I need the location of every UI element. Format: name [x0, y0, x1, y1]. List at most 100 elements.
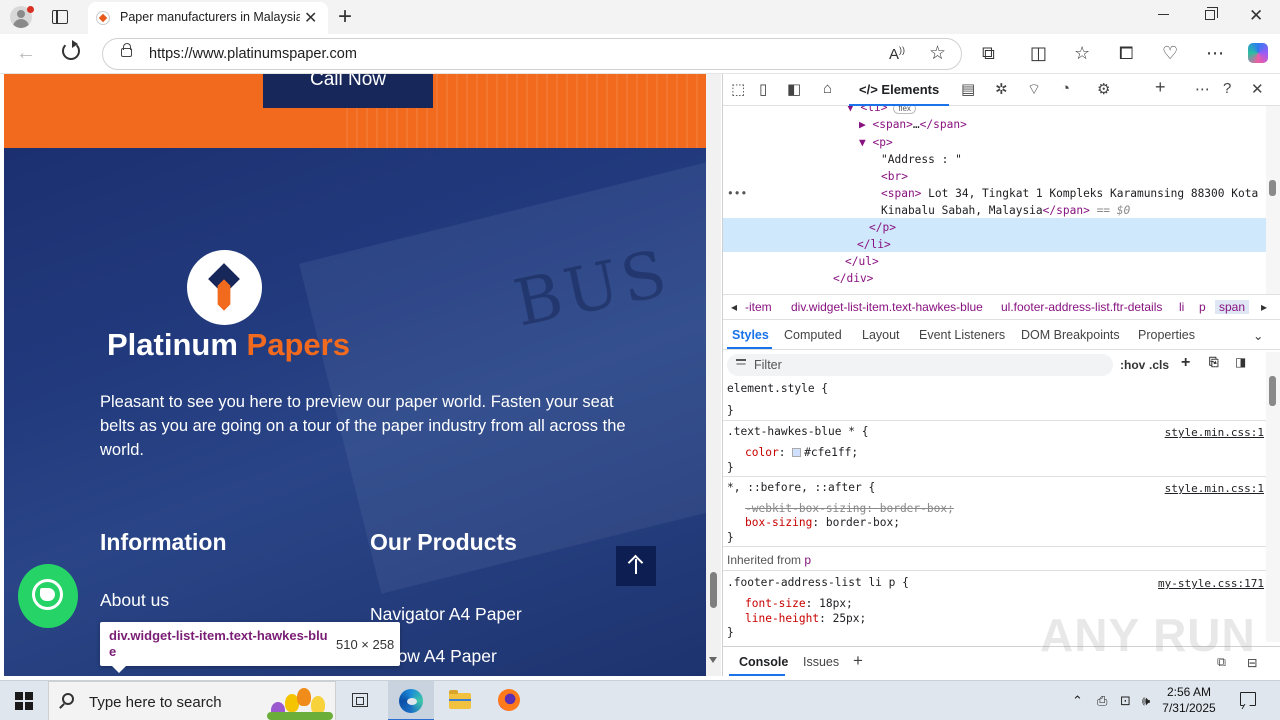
file-explorer-icon[interactable]	[449, 690, 471, 709]
taskbar-search-box[interactable]: Type here to search	[48, 681, 336, 720]
dom-div-close[interactable]: </div>	[833, 272, 873, 285]
rule-source-link[interactable]: style.min.css:1	[1165, 426, 1264, 439]
page-scrollbar[interactable]	[706, 74, 721, 676]
dom-tree-scrollbar[interactable]	[1266, 106, 1280, 294]
inherited-element-link[interactable]: p	[804, 553, 811, 567]
customize-menu-icon[interactable]: ⋯	[1195, 80, 1210, 98]
firefox-icon[interactable]	[498, 689, 520, 711]
browser-tab[interactable]: Paper manufacturers in Malaysia, ✕	[88, 2, 328, 34]
read-aloud-icon[interactable]: A))	[889, 45, 905, 63]
rule-declaration[interactable]: color: #cfe1ff;	[745, 446, 858, 459]
rule-declaration-overridden[interactable]: -webkit-box-sizing: border-box;	[745, 502, 954, 515]
performance-icon[interactable]: ◔	[1061, 80, 1070, 97]
rule-selector[interactable]: *, ::before, ::after {	[727, 481, 875, 494]
toggle-element-state-icon[interactable]: ⎘	[1209, 355, 1219, 370]
scroll-down-icon[interactable]	[709, 657, 717, 663]
sources-bug-icon[interactable]: ✲	[995, 80, 1008, 98]
drawer-tab-issues[interactable]: Issues	[803, 655, 839, 669]
rule-declaration[interactable]: line-height: 25px;	[745, 612, 866, 625]
dom-selected-span-line2[interactable]: Kinabalu Sabah, Malaysia</span> == $0	[881, 204, 1130, 217]
dom-address-text[interactable]: "Address : "	[881, 153, 962, 166]
lock-icon[interactable]	[121, 43, 132, 57]
breadcrumb-item[interactable]: ul.footer-address-list.ftr-details	[1001, 300, 1162, 314]
help-icon[interactable]: ?	[1223, 80, 1231, 97]
dom-selected-span[interactable]: <span> Lot 34, Tingkat 1 Kompleks Karamu…	[881, 187, 1258, 200]
network-icon[interactable]: ⊡	[1120, 693, 1131, 709]
show-hidden-icons-icon[interactable]: ⌃	[1072, 693, 1083, 709]
dom-ul-close[interactable]: </ul>	[845, 255, 879, 268]
dom-node-actions-icon[interactable]: •••	[727, 187, 747, 200]
settings-gear-icon[interactable]: ⚙	[1097, 80, 1110, 98]
element-style-rule[interactable]: element.style {	[727, 382, 828, 395]
windows-start-icon[interactable]	[15, 692, 33, 710]
minimize-icon[interactable]	[1158, 14, 1169, 15]
dom-br-node[interactable]: <br>	[881, 170, 908, 183]
favorite-star-icon[interactable]: ☆	[929, 42, 946, 65]
split-screen-icon[interactable]: ◫	[1030, 43, 1047, 64]
collections-icon[interactable]: ⧠	[1119, 43, 1133, 64]
color-swatch[interactable]	[792, 448, 802, 457]
tab-elements[interactable]: </> Elements	[849, 74, 950, 106]
restore-icon[interactable]	[1205, 7, 1218, 20]
rule-selector[interactable]: .text-hawkes-blue * {	[727, 425, 868, 438]
dom-li-node[interactable]: ▼ <li> flex	[847, 106, 916, 114]
class-toggle[interactable]: .cls	[1149, 358, 1169, 372]
tab-computed[interactable]: Computed	[784, 328, 842, 342]
url-text[interactable]: https://www.platinumspaper.com	[149, 46, 357, 62]
call-now-button[interactable]: Call Now	[263, 74, 433, 108]
flex-badge[interactable]: flex	[893, 106, 916, 114]
tab-actions-icon[interactable]	[52, 10, 68, 24]
back-icon[interactable]: ←	[16, 42, 36, 65]
dom-tree-scrollbar-thumb[interactable]	[1269, 180, 1276, 196]
styles-scrollbar[interactable]	[1266, 352, 1280, 642]
whatsapp-button[interactable]	[18, 564, 78, 628]
new-style-rule-icon[interactable]: +	[1181, 354, 1190, 372]
breadcrumb-scroll-right-icon[interactable]: ▸	[1261, 300, 1267, 314]
tab-styles[interactable]: Styles	[732, 328, 769, 342]
copilot-icon[interactable]	[1248, 43, 1268, 63]
dom-p-node[interactable]: ▼ <p>	[859, 136, 893, 149]
rule-declaration[interactable]: font-size: 18px;	[745, 597, 853, 610]
dom-span-node[interactable]: ▶ <span>…</span>	[859, 118, 967, 131]
inspect-element-icon[interactable]: ⬚	[731, 80, 745, 98]
platinum-papers-logo[interactable]	[187, 250, 262, 325]
address-bar[interactable]: https://www.platinumspaper.com A)) ☆	[102, 38, 962, 70]
about-us-link[interactable]: About us	[100, 590, 169, 611]
taskbar-clock[interactable]: 2:56 AM 7/31/2025	[1156, 684, 1222, 716]
tab-event-listeners[interactable]: Event Listeners	[919, 328, 1005, 342]
task-view-icon[interactable]	[352, 693, 368, 707]
dock-side-icon[interactable]: ◧	[787, 80, 801, 98]
console-icon[interactable]: ▤	[961, 80, 975, 98]
breadcrumb-item[interactable]: li	[1179, 300, 1184, 314]
styles-scrollbar-thumb[interactable]	[1269, 376, 1276, 406]
close-tab-icon[interactable]: ✕	[304, 8, 317, 28]
tab-dom-breakpoints[interactable]: DOM Breakpoints	[1021, 328, 1120, 342]
extensions-icon[interactable]: ⧉	[982, 43, 995, 64]
network-icon[interactable]: ⌔	[1027, 80, 1041, 99]
notifications-icon[interactable]	[1240, 692, 1256, 706]
breadcrumb-item[interactable]: div.widget-list-item.text-hawkes-blue	[791, 300, 983, 314]
device-toolbar-icon[interactable]: ▯	[759, 80, 767, 98]
taskbar-edge-button[interactable]	[388, 681, 434, 720]
drawer-tab-console[interactable]: Console	[739, 655, 788, 669]
reload-icon[interactable]	[62, 40, 80, 60]
close-window-icon[interactable]: ✕	[1249, 6, 1263, 26]
breadcrumb-item-active[interactable]: span	[1215, 300, 1250, 314]
more-tabs-chevron-icon[interactable]: ⌄	[1253, 328, 1263, 343]
welcome-home-icon[interactable]: ⌂	[823, 80, 832, 97]
dom-ellipsis[interactable]: …	[913, 118, 920, 131]
tray-app-icon[interactable]: ⎙	[1097, 693, 1107, 709]
more-tools-icon[interactable]: +	[1155, 77, 1166, 98]
rule-selector[interactable]: .footer-address-list li p {	[727, 576, 909, 589]
rule-declaration[interactable]: box-sizing: border-box;	[745, 516, 900, 529]
computed-sidebar-icon[interactable]: ◨	[1235, 355, 1246, 369]
tab-properties[interactable]: Properties	[1138, 328, 1195, 342]
breadcrumb-item[interactable]: -item	[745, 300, 772, 314]
performance-icon[interactable]: ♡	[1162, 43, 1178, 64]
add-drawer-tab-icon[interactable]: +	[853, 651, 863, 671]
more-options-icon[interactable]: ⋯	[1206, 43, 1224, 64]
favorites-icon[interactable]: ☆	[1074, 43, 1090, 64]
dom-li-close[interactable]: </li>	[857, 238, 891, 251]
selected-dom-node[interactable]	[723, 218, 1268, 252]
scroll-to-top-button[interactable]	[616, 546, 656, 586]
